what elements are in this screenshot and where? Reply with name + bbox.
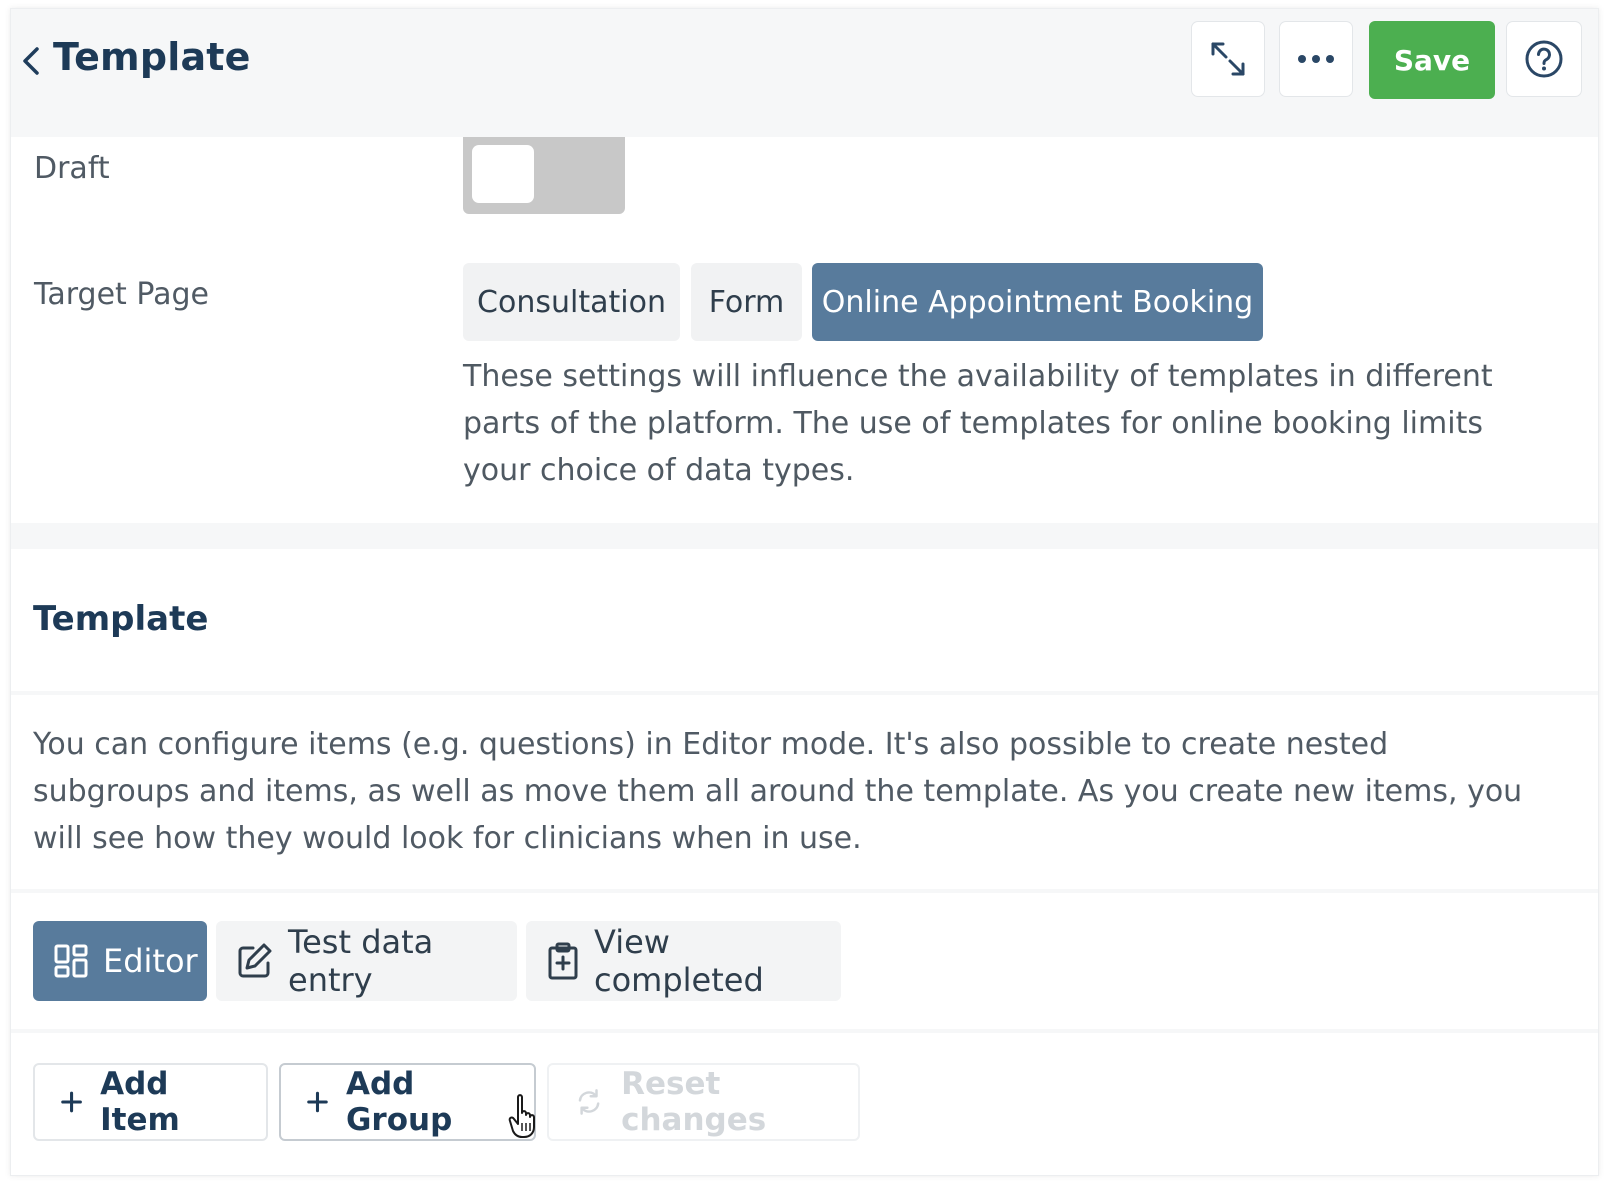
target-option-online-appointment-booking[interactable]: Online Appointment Booking bbox=[812, 263, 1263, 341]
refresh-icon bbox=[578, 1089, 600, 1115]
add-group-button[interactable]: Add Group bbox=[279, 1063, 536, 1141]
tab-test-data-entry-label: Test data entry bbox=[288, 923, 434, 999]
editor-actions: Add Item Add Group Reset changes bbox=[11, 1033, 1581, 1175]
hand-cursor-icon bbox=[508, 1094, 535, 1138]
tab-editor-label: Editor bbox=[103, 942, 198, 980]
expand-arrows-icon bbox=[1211, 42, 1245, 76]
tab-editor[interactable]: Editor bbox=[33, 921, 207, 1001]
mode-tabs: Editor Test data entry View completed bbox=[11, 893, 1581, 1029]
section-divider bbox=[11, 523, 1598, 549]
page-title: Template bbox=[53, 35, 251, 79]
target-option-consultation[interactable]: Consultation bbox=[463, 263, 680, 341]
add-item-button[interactable]: Add Item bbox=[33, 1063, 268, 1141]
tab-view-completed-label: View completed bbox=[594, 923, 764, 999]
more-button[interactable] bbox=[1279, 21, 1353, 97]
plus-icon bbox=[307, 1091, 328, 1113]
expand-button[interactable] bbox=[1191, 21, 1265, 97]
draft-toggle[interactable] bbox=[463, 137, 625, 214]
target-option-form[interactable]: Form bbox=[691, 263, 802, 341]
edit-icon bbox=[238, 943, 272, 978]
template-description: You can configure items (e.g. questions)… bbox=[33, 727, 1523, 856]
add-group-label: Add Group bbox=[345, 1066, 453, 1138]
help-button[interactable] bbox=[1506, 21, 1582, 97]
page-header: Template Save bbox=[11, 9, 1598, 137]
section-title: Template bbox=[33, 599, 209, 639]
target-page-help-text: These settings will influence the availa… bbox=[463, 359, 1493, 488]
reset-changes-label: Reset changes bbox=[621, 1066, 767, 1138]
tab-view-completed[interactable]: View completed bbox=[526, 921, 841, 1001]
settings-panel: Draft Target Page Consultation Form Onli… bbox=[11, 137, 1581, 523]
dashboard-icon bbox=[54, 944, 88, 978]
tab-test-data-entry[interactable]: Test data entry bbox=[216, 921, 517, 1001]
help-circle-icon bbox=[1525, 40, 1563, 78]
template-editor-window: Template Save Draft Target Page Consulta… bbox=[10, 8, 1599, 1176]
toggle-knob bbox=[472, 145, 534, 203]
reset-changes-button[interactable]: Reset changes bbox=[547, 1063, 860, 1141]
save-button[interactable]: Save bbox=[1369, 21, 1495, 99]
plus-icon bbox=[61, 1091, 82, 1113]
template-section-header: Template bbox=[11, 549, 1581, 691]
chevron-left-icon[interactable] bbox=[17, 41, 45, 81]
clipboard-icon bbox=[548, 942, 578, 980]
add-item-label: Add Item bbox=[100, 1066, 180, 1138]
more-horizontal-icon bbox=[1298, 55, 1334, 63]
template-description-card: You can configure items (e.g. questions)… bbox=[11, 695, 1581, 889]
draft-label: Draft bbox=[34, 151, 110, 186]
target-page-label: Target Page bbox=[34, 277, 209, 312]
